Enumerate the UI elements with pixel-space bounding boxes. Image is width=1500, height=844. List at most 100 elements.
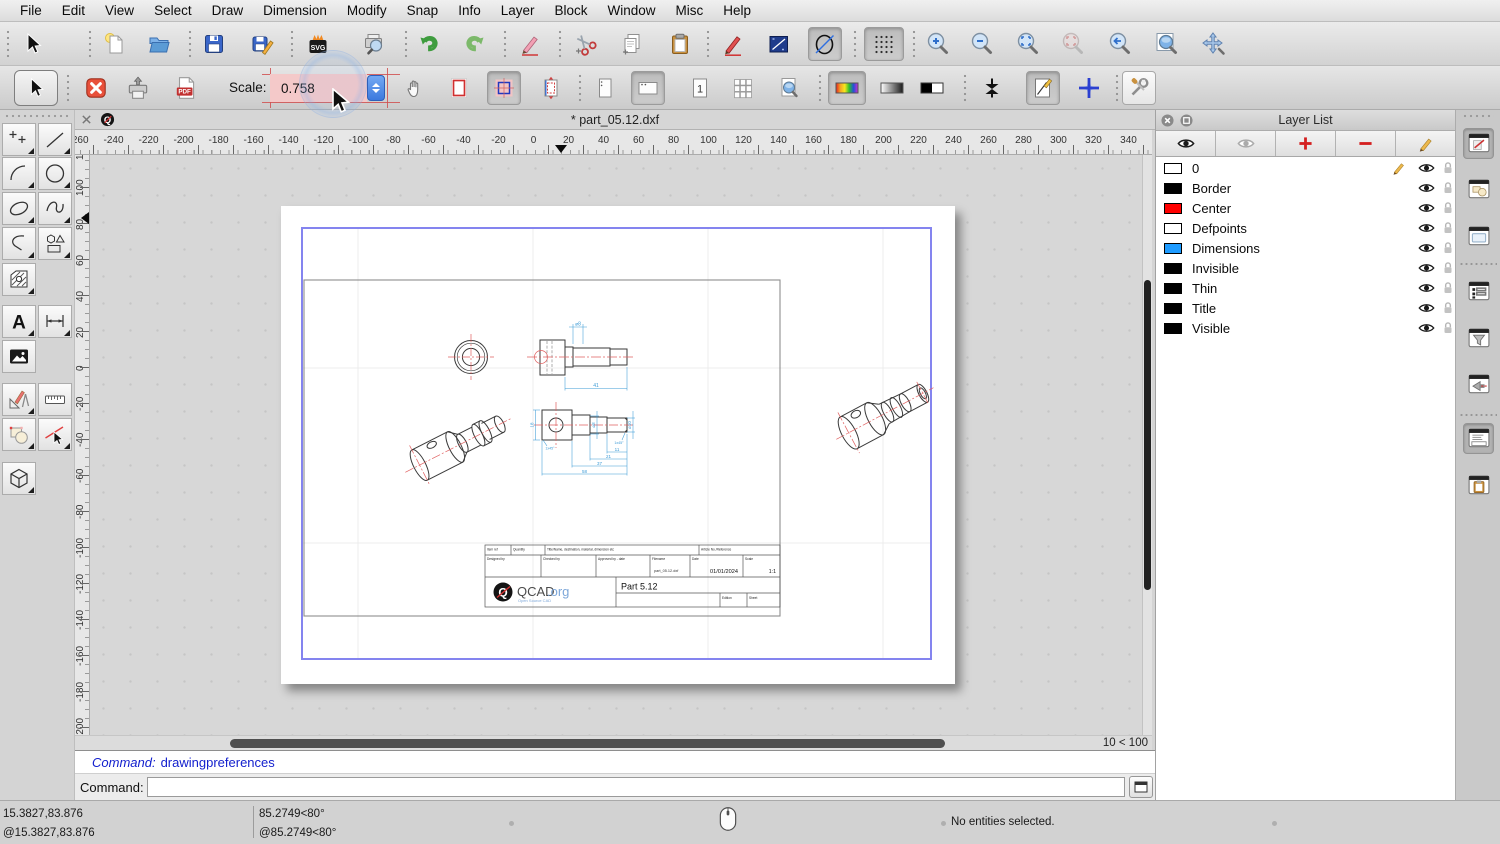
layer-color-swatch[interactable]: [1164, 242, 1182, 254]
close-preview-button[interactable]: [79, 71, 113, 105]
cut-button[interactable]: [568, 27, 602, 61]
new-document-button[interactable]: [98, 27, 132, 61]
menu-item[interactable]: Snap: [397, 3, 449, 18]
show-all-layers-button[interactable]: [1156, 131, 1216, 156]
layer-color-swatch[interactable]: [1164, 162, 1182, 174]
screen-linetype-button[interactable]: [1026, 71, 1060, 105]
spline-tools-button[interactable]: [38, 192, 72, 225]
menu-item[interactable]: Layer: [491, 3, 545, 18]
clipboard-dock-button[interactable]: [1463, 470, 1494, 501]
paper-preview-button[interactable]: [487, 71, 521, 105]
menu-item[interactable]: Window: [598, 3, 666, 18]
layer-lock-toggle[interactable]: [1442, 261, 1454, 275]
property-editor-dock-button[interactable]: [1463, 128, 1494, 159]
palette-drag-handle[interactable]: [4, 114, 70, 120]
command-options-button[interactable]: [1129, 776, 1153, 798]
page-borders-button[interactable]: [442, 71, 476, 105]
zoom-window-button[interactable]: [1150, 27, 1184, 61]
layer-row[interactable]: Center: [1156, 198, 1455, 218]
circle-tools-button[interactable]: [38, 157, 72, 190]
layer-visibility-toggle[interactable]: [1418, 242, 1435, 254]
layer-lock-toggle[interactable]: [1442, 161, 1454, 175]
dimension-tools-button[interactable]: [38, 305, 72, 338]
color-pen-button[interactable]: [716, 27, 750, 61]
layer-lock-toggle[interactable]: [1442, 281, 1454, 295]
layer-row[interactable]: Thin: [1156, 278, 1455, 298]
layer-visibility-toggle[interactable]: [1418, 182, 1435, 194]
layer-color-swatch[interactable]: [1164, 202, 1182, 214]
close-panel-icon[interactable]: [1161, 114, 1174, 127]
detach-panel-icon[interactable]: [1180, 114, 1193, 127]
menu-item[interactable]: Help: [713, 3, 761, 18]
menu-item[interactable]: Block: [545, 3, 598, 18]
block-list-dock-button[interactable]: [1463, 174, 1494, 205]
black-white-button[interactable]: [915, 71, 949, 105]
preferences-button[interactable]: [1122, 71, 1156, 105]
zoom-page-button[interactable]: [772, 71, 806, 105]
layer-row[interactable]: Border: [1156, 178, 1455, 198]
layer-visibility-toggle[interactable]: [1418, 282, 1435, 294]
layer-color-swatch[interactable]: [1164, 322, 1182, 334]
stepper-up-icon[interactable]: [372, 83, 380, 87]
menu-item[interactable]: Select: [144, 3, 202, 18]
layer-visibility-toggle[interactable]: [1418, 202, 1435, 214]
layer-lock-toggle[interactable]: [1442, 201, 1454, 215]
snap-tools-button[interactable]: [38, 418, 72, 451]
drawing-canvas[interactable]: ⌀8 41 18 ⌀8 ⌀10 1x45° 1x45° 11 21 37 58 …: [90, 155, 1142, 735]
menu-item[interactable]: Dimension: [253, 3, 337, 18]
command-trigger-dock-button[interactable]: [1463, 369, 1494, 400]
misc-draw-tools-button[interactable]: [2, 383, 36, 416]
solid-tools-button[interactable]: [2, 462, 36, 495]
stepper-down-icon[interactable]: [372, 89, 380, 93]
open-file-button[interactable]: [142, 27, 176, 61]
ellipse-tools-button[interactable]: [2, 192, 36, 225]
layer-row[interactable]: Defpoints: [1156, 218, 1455, 238]
vertical-scrollbar[interactable]: [1142, 155, 1152, 735]
library-browser-dock-button[interactable]: [1463, 221, 1494, 252]
layer-color-swatch[interactable]: [1164, 302, 1182, 314]
command-input[interactable]: [147, 777, 1125, 797]
grayscale-button[interactable]: [875, 71, 909, 105]
save-button[interactable]: [197, 27, 231, 61]
selection-filter-dock-button[interactable]: [1463, 323, 1494, 354]
lineweight-button[interactable]: [762, 27, 796, 61]
selection-pointer-button[interactable]: [16, 27, 50, 61]
remove-layer-button[interactable]: [1336, 131, 1396, 156]
layer-list-dock-button[interactable]: [1463, 276, 1494, 307]
grid-toggle-button[interactable]: [864, 27, 904, 61]
save-as-button[interactable]: [245, 27, 279, 61]
edit-layer-button[interactable]: [1396, 131, 1455, 156]
single-page-button[interactable]: 1: [683, 71, 717, 105]
zoom-out-button[interactable]: [965, 27, 999, 61]
previous-view-button[interactable]: [1103, 27, 1137, 61]
copy-button[interactable]: [615, 27, 649, 61]
layer-visibility-toggle[interactable]: [1418, 162, 1435, 174]
undo-button[interactable]: [412, 27, 446, 61]
modify-tools-button[interactable]: [2, 418, 36, 451]
scale-stepper[interactable]: [367, 75, 385, 101]
layer-color-swatch[interactable]: [1164, 222, 1182, 234]
auto-fit-page-button[interactable]: [534, 71, 568, 105]
hatch-tools-button[interactable]: [2, 263, 36, 296]
points-display-button[interactable]: [1072, 71, 1106, 105]
draft-mode-button[interactable]: [975, 71, 1009, 105]
layer-visibility-toggle[interactable]: [1418, 302, 1435, 314]
layer-visibility-toggle[interactable]: [1418, 222, 1435, 234]
document-title[interactable]: * part_05.12.dxf: [75, 113, 1155, 127]
menu-item[interactable]: File: [10, 3, 52, 18]
layer-lock-toggle[interactable]: [1442, 321, 1454, 335]
horizontal-scrollbar[interactable]: 10 < 100: [75, 735, 1152, 750]
menu-item[interactable]: Modify: [337, 3, 397, 18]
layer-row[interactable]: Visible: [1156, 318, 1455, 338]
layer-row[interactable]: Title: [1156, 298, 1455, 318]
vertical-scrollbar-thumb[interactable]: [1144, 280, 1151, 590]
layer-lock-toggle[interactable]: [1442, 221, 1454, 235]
layer-color-swatch[interactable]: [1164, 182, 1182, 194]
arc-tools-button[interactable]: [2, 157, 36, 190]
shape-tools-button[interactable]: [38, 227, 72, 260]
text-tools-button[interactable]: A: [2, 305, 36, 338]
horizontal-scrollbar-thumb[interactable]: [230, 739, 945, 748]
layer-lock-toggle[interactable]: [1442, 301, 1454, 315]
layer-lock-toggle[interactable]: [1442, 241, 1454, 255]
print-preview-button[interactable]: [357, 27, 391, 61]
